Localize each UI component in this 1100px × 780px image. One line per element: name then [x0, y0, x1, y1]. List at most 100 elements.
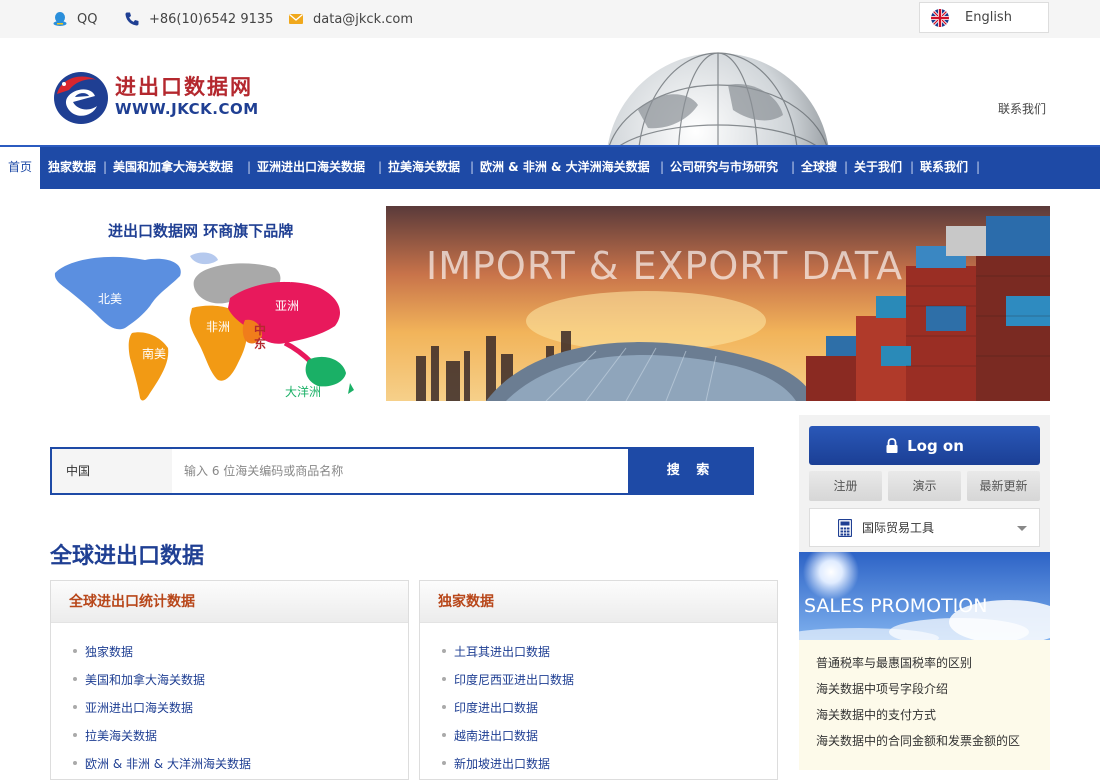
news-list: 普通税率与最惠国税率的区别 海关数据中项号字段介绍 海关数据中的支付方式 海关数…	[799, 640, 1050, 770]
map-label-north-america: 北美	[98, 292, 122, 306]
calculator-icon	[838, 518, 852, 537]
map-oceania	[305, 356, 346, 387]
phone-icon	[125, 12, 139, 26]
brand-title: 进出口数据网 环商旗下品牌	[108, 222, 294, 240]
bullet-icon	[442, 733, 446, 737]
logo-chinese-text: 进出口数据网	[115, 75, 253, 99]
map-label-europe: 欧洲	[284, 270, 308, 284]
logo-emblem-icon	[54, 72, 108, 124]
lock-icon	[886, 437, 898, 453]
latest-updates-button[interactable]: 最新更新	[967, 471, 1040, 501]
list-item[interactable]: 拉美海关数据	[51, 721, 408, 749]
list-item[interactable]: 新加坡进出口数据	[420, 749, 777, 777]
trade-tools-label: 国际贸易工具	[862, 521, 935, 535]
nav-asia[interactable]: 亚洲进出口海关数据	[257, 147, 365, 189]
list-item[interactable]: 印度进出口数据	[420, 693, 777, 721]
promo-title: SALES PROMOTION	[804, 595, 988, 617]
list-item-label: 土耳其进出口数据	[454, 644, 551, 659]
site-logo[interactable]: 进出口数据网 WWW.JKCK.COM	[51, 68, 266, 128]
bullet-icon	[73, 649, 77, 653]
bullet-icon	[73, 761, 77, 765]
main-nav: 首页 独家数据 | 美国和加拿大海关数据 | 亚洲进出口海关数据 | 拉美海关数…	[0, 145, 1100, 189]
search-country-selector[interactable]: 中国	[52, 449, 172, 493]
banner-port-scene	[386, 206, 1050, 401]
panel-link-list: 土耳其进出口数据 印度尼西亚进出口数据 印度进出口数据 越南进出口数据 新加坡进…	[420, 623, 777, 777]
news-item[interactable]: 普通税率与最惠国税率的区别	[816, 654, 1050, 680]
nav-us-canada[interactable]: 美国和加拿大海关数据	[113, 147, 233, 189]
nav-latin-america[interactable]: 拉美海关数据	[388, 147, 460, 189]
qq-contact[interactable]: QQ	[52, 11, 97, 27]
nav-separator: |	[247, 160, 252, 174]
language-label: English	[965, 10, 1012, 25]
nav-separator: |	[910, 160, 915, 174]
bullet-icon	[73, 677, 77, 681]
panel-title: 独家数据	[420, 581, 777, 623]
nav-separator: |	[976, 160, 981, 174]
list-item-label: 独家数据	[85, 644, 134, 659]
nav-home[interactable]: 首页	[0, 147, 40, 189]
qq-icon	[53, 12, 67, 26]
list-item-label: 越南进出口数据	[454, 728, 539, 743]
phone-contact: +86(10)6542 9135	[124, 11, 273, 27]
map-label-south-america: 南美	[142, 346, 166, 361]
login-label: Log on	[907, 436, 964, 455]
nav-separator: |	[844, 160, 849, 174]
list-item[interactable]: 越南进出口数据	[420, 721, 777, 749]
bullet-icon	[442, 705, 446, 709]
list-item-label: 印度进出口数据	[454, 700, 539, 715]
search-input[interactable]	[172, 449, 628, 493]
email-contact[interactable]: data@jkck.com	[288, 11, 413, 27]
map-label-asia: 亚洲	[275, 299, 299, 313]
demo-button[interactable]: 演示	[888, 471, 961, 501]
qq-label: QQ	[77, 11, 98, 27]
map-label-africa: 非洲	[206, 320, 230, 334]
world-map[interactable]: 北美 南美 欧洲 非洲 中 东 亚洲 大洋洲	[50, 248, 365, 403]
nav-global-search[interactable]: 全球搜	[801, 147, 837, 189]
nav-europe-africa-oceania[interactable]: 欧洲 & 非洲 & 大洋洲海关数据	[480, 147, 650, 189]
globe-graphic	[607, 52, 829, 145]
bullet-icon	[442, 761, 446, 765]
bullet-icon	[73, 705, 77, 709]
language-selector[interactable]: English	[919, 2, 1049, 33]
site-header: 进出口数据网 WWW.JKCK.COM 联系我们	[0, 38, 1100, 145]
list-item-label: 亚洲进出口海关数据	[85, 700, 194, 715]
nav-separator: |	[470, 160, 475, 174]
news-item[interactable]: 海关数据中的支付方式	[816, 706, 1050, 732]
list-item[interactable]: 欧洲 & 非洲 & 大洋洲海关数据	[51, 749, 408, 777]
trade-tools-dropdown[interactable]: 国际贸易工具	[809, 508, 1040, 547]
register-button[interactable]: 注册	[809, 471, 882, 501]
bullet-icon	[442, 677, 446, 681]
top-bar: QQ +86(10)6542 9135 data@jkck.com Englis…	[0, 0, 1100, 38]
nav-research[interactable]: 公司研究与市场研究	[670, 147, 778, 189]
logo-english-text: WWW.JKCK.COM	[115, 100, 259, 118]
map-label-middle-east: 中	[254, 322, 266, 337]
panel-exclusive-data: 独家数据 土耳其进出口数据 印度尼西亚进出口数据 印度进出口数据 越南进出口数据…	[419, 580, 778, 780]
news-item[interactable]: 海关数据中项号字段介绍	[816, 680, 1050, 706]
login-button[interactable]: Log on	[809, 426, 1040, 465]
list-item[interactable]: 印度尼西亚进出口数据	[420, 665, 777, 693]
list-item[interactable]: 美国和加拿大海关数据	[51, 665, 408, 693]
header-contact-link[interactable]: 联系我们	[998, 100, 1046, 117]
nav-about[interactable]: 关于我们	[854, 147, 902, 189]
list-item[interactable]: 土耳其进出口数据	[420, 637, 777, 665]
list-item[interactable]: 亚洲进出口海关数据	[51, 693, 408, 721]
nav-exclusive-data[interactable]: 独家数据	[48, 147, 96, 189]
nav-separator: |	[103, 160, 108, 174]
bullet-icon	[442, 649, 446, 653]
list-item-label: 美国和加拿大海关数据	[85, 672, 206, 687]
bullet-icon	[73, 733, 77, 737]
nav-separator: |	[791, 160, 796, 174]
search-button[interactable]: 搜 索	[628, 449, 754, 493]
import-export-banner[interactable]: IMPORT & EXPORT DATA	[386, 206, 1050, 401]
chevron-down-icon	[1017, 526, 1027, 531]
list-item-label: 印度尼西亚进出口数据	[454, 672, 575, 687]
section-title: 全球进出口数据	[50, 544, 205, 569]
banner-title: IMPORT & EXPORT DATA	[426, 244, 904, 288]
news-item[interactable]: 海关数据中的合同金额和发票金额的区	[816, 732, 1050, 758]
list-item[interactable]: 独家数据	[51, 637, 408, 665]
sales-promotion-banner[interactable]: SALES PROMOTION	[799, 552, 1050, 640]
uk-flag-icon	[931, 8, 949, 27]
list-item-label: 拉美海关数据	[85, 728, 158, 743]
nav-contact[interactable]: 联系我们	[920, 147, 968, 189]
login-box: Log on 注册 演示 最新更新 国际贸易工具	[799, 415, 1050, 552]
